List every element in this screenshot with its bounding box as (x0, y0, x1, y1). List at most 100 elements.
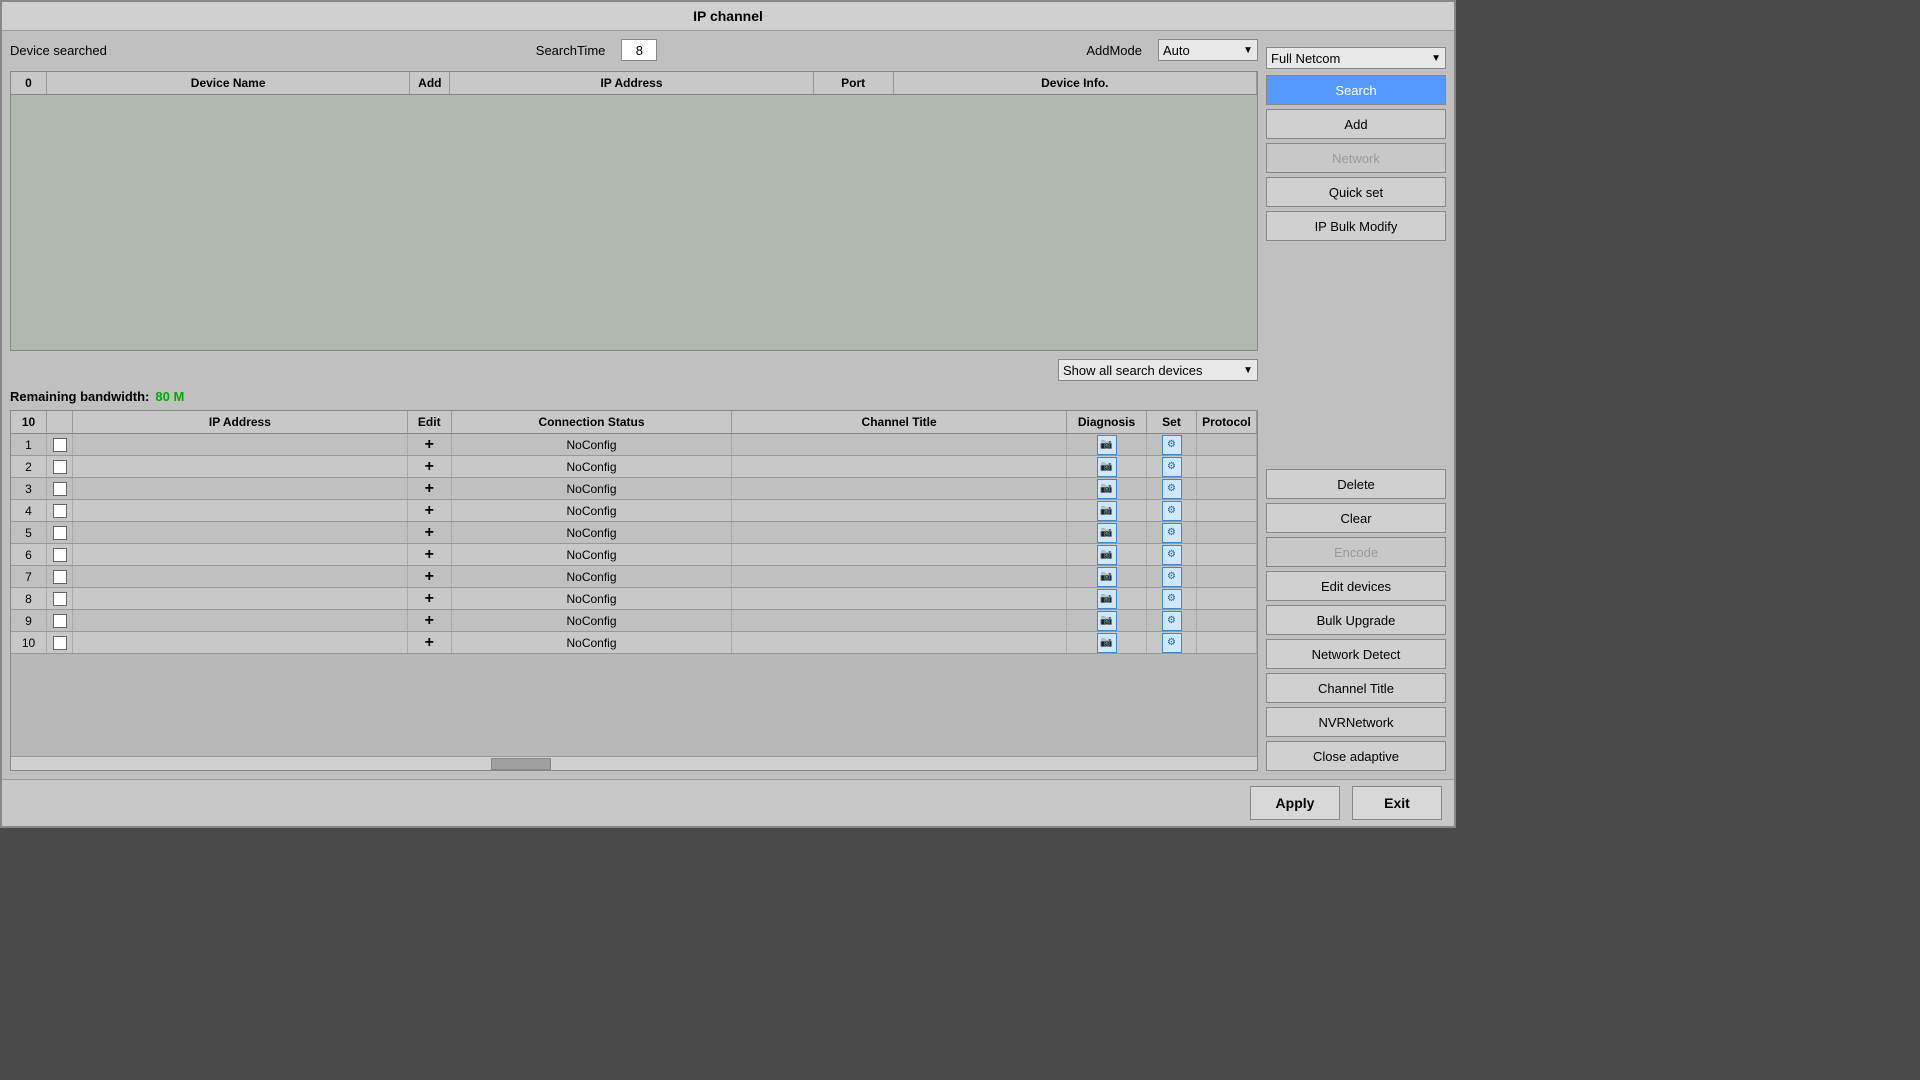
set-icon[interactable]: ⚙ (1162, 523, 1182, 543)
quick-set-button[interactable]: Quick set (1266, 177, 1446, 207)
col-header-ip: IP Address (450, 72, 813, 94)
row-diagnosis[interactable]: 📷 (1067, 522, 1147, 543)
set-icon[interactable]: ⚙ (1162, 479, 1182, 499)
row-set[interactable]: ⚙ (1147, 588, 1197, 609)
clear-button[interactable]: Clear (1266, 503, 1446, 533)
exit-button[interactable]: Exit (1352, 786, 1442, 820)
row-set[interactable]: ⚙ (1147, 500, 1197, 521)
col-header-device-name: Device Name (47, 72, 410, 94)
diagnosis-icon[interactable]: 📷 (1097, 611, 1117, 631)
show-all-devices-dropdown[interactable]: Show all search devices ▼ (1058, 359, 1258, 381)
scrollbar-thumb[interactable] (491, 758, 551, 770)
row-diagnosis[interactable]: 📷 (1067, 632, 1147, 653)
diagnosis-icon[interactable]: 📷 (1097, 633, 1117, 653)
horizontal-scrollbar[interactable] (11, 756, 1257, 770)
col-ch-header-diag: Diagnosis (1067, 411, 1147, 433)
row-set[interactable]: ⚙ (1147, 522, 1197, 543)
row-edit[interactable]: + (408, 544, 452, 565)
search-button[interactable]: Search (1266, 75, 1446, 105)
row-title (732, 566, 1067, 587)
row-diagnosis[interactable]: 📷 (1067, 434, 1147, 455)
row-edit[interactable]: + (408, 522, 452, 543)
row-diagnosis[interactable]: 📷 (1067, 544, 1147, 565)
full-netcom-dropdown[interactable]: Full Netcom ▼ (1266, 47, 1446, 69)
set-icon[interactable]: ⚙ (1162, 633, 1182, 653)
row-set[interactable]: ⚙ (1147, 610, 1197, 631)
row-diagnosis[interactable]: 📷 (1067, 588, 1147, 609)
bandwidth-value: 80 M (155, 389, 184, 404)
ip-bulk-modify-button[interactable]: IP Bulk Modify (1266, 211, 1446, 241)
row-ip (73, 610, 408, 631)
add-button[interactable]: Add (1266, 109, 1446, 139)
row-set[interactable]: ⚙ (1147, 566, 1197, 587)
add-mode-dropdown[interactable]: Auto ▼ (1158, 39, 1258, 61)
row-checkbox[interactable] (47, 500, 73, 521)
row-set[interactable]: ⚙ (1147, 456, 1197, 477)
col-header-port: Port (814, 72, 894, 94)
search-time-input[interactable]: 8 (621, 39, 657, 61)
row-status: NoConfig (452, 566, 732, 587)
apply-button[interactable]: Apply (1250, 786, 1340, 820)
diagnosis-icon[interactable]: 📷 (1097, 545, 1117, 565)
channel-title-button[interactable]: Channel Title (1266, 673, 1446, 703)
row-diagnosis[interactable]: 📷 (1067, 566, 1147, 587)
row-checkbox[interactable] (47, 566, 73, 587)
network-detect-button[interactable]: Network Detect (1266, 639, 1446, 669)
set-icon[interactable]: ⚙ (1162, 611, 1182, 631)
row-set[interactable]: ⚙ (1147, 434, 1197, 455)
row-edit[interactable]: + (408, 456, 452, 477)
delete-button[interactable]: Delete (1266, 469, 1446, 499)
row-title (732, 522, 1067, 543)
set-icon[interactable]: ⚙ (1162, 501, 1182, 521)
row-diagnosis[interactable]: 📷 (1067, 478, 1147, 499)
row-edit[interactable]: + (408, 566, 452, 587)
row-edit[interactable]: + (408, 434, 452, 455)
diagnosis-icon[interactable]: 📷 (1097, 523, 1117, 543)
bulk-upgrade-button[interactable]: Bulk Upgrade (1266, 605, 1446, 635)
row-set[interactable]: ⚙ (1147, 544, 1197, 565)
row-checkbox[interactable] (47, 522, 73, 543)
nvr-network-button[interactable]: NVRNetwork (1266, 707, 1446, 737)
row-title (732, 478, 1067, 499)
set-icon[interactable]: ⚙ (1162, 589, 1182, 609)
row-checkbox[interactable] (47, 588, 73, 609)
set-icon[interactable]: ⚙ (1162, 435, 1182, 455)
diagnosis-icon[interactable]: 📷 (1097, 479, 1117, 499)
row-protocol (1197, 456, 1257, 477)
diagnosis-icon[interactable]: 📷 (1097, 501, 1117, 521)
row-set[interactable]: ⚙ (1147, 478, 1197, 499)
close-adaptive-button[interactable]: Close adaptive (1266, 741, 1446, 771)
row-checkbox[interactable] (47, 544, 73, 565)
edit-devices-button[interactable]: Edit devices (1266, 571, 1446, 601)
col-ch-header-ip: IP Address (73, 411, 408, 433)
row-diagnosis[interactable]: 📷 (1067, 610, 1147, 631)
row-checkbox[interactable] (47, 610, 73, 631)
row-edit[interactable]: + (408, 632, 452, 653)
row-num: 1 (11, 434, 47, 455)
row-diagnosis[interactable]: 📷 (1067, 500, 1147, 521)
channel-table-header: 10 IP Address Edit Connection Status Cha… (11, 411, 1257, 434)
row-checkbox[interactable] (47, 478, 73, 499)
row-edit[interactable]: + (408, 478, 452, 499)
set-icon[interactable]: ⚙ (1162, 545, 1182, 565)
row-edit[interactable]: + (408, 500, 452, 521)
row-set[interactable]: ⚙ (1147, 632, 1197, 653)
set-icon[interactable]: ⚙ (1162, 567, 1182, 587)
network-button[interactable]: Network (1266, 143, 1446, 173)
encode-button[interactable]: Encode (1266, 537, 1446, 567)
row-status: NoConfig (452, 632, 732, 653)
row-edit[interactable]: + (408, 610, 452, 631)
table-row: 10 + NoConfig 📷 ⚙ (11, 632, 1257, 654)
row-checkbox[interactable] (47, 456, 73, 477)
row-edit[interactable]: + (408, 588, 452, 609)
diagnosis-icon[interactable]: 📷 (1097, 589, 1117, 609)
diagnosis-icon[interactable]: 📷 (1097, 567, 1117, 587)
set-icon[interactable]: ⚙ (1162, 457, 1182, 477)
row-checkbox[interactable] (47, 632, 73, 653)
col-header-device-info: Device Info. (894, 72, 1257, 94)
diagnosis-icon[interactable]: 📷 (1097, 435, 1117, 455)
diagnosis-icon[interactable]: 📷 (1097, 457, 1117, 477)
row-title (732, 456, 1067, 477)
row-diagnosis[interactable]: 📷 (1067, 456, 1147, 477)
row-checkbox[interactable] (47, 434, 73, 455)
